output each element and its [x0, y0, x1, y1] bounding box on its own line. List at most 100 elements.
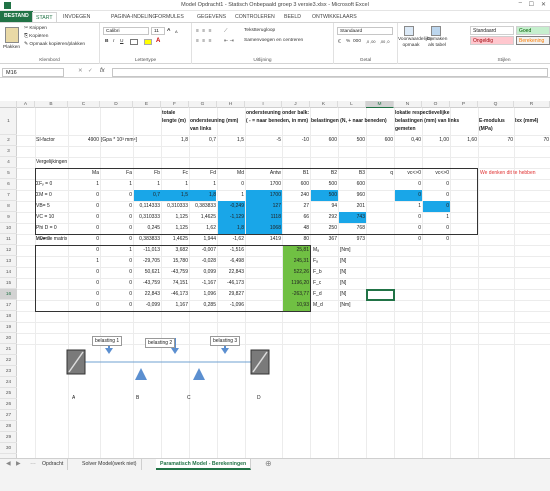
eq-cell[interactable]: 66 [283, 213, 309, 222]
eq-cell[interactable]: 250 [311, 224, 337, 233]
col-header-h[interactable]: H [217, 101, 245, 108]
si-factor-value[interactable]: 4900 [69, 136, 99, 145]
eq-cell[interactable]: 94 [311, 202, 337, 211]
style-calculation[interactable]: Berekening [516, 36, 550, 45]
style-bad[interactable]: Ongeldig [470, 36, 514, 45]
result-cell[interactable]: 1196,20 [283, 279, 309, 288]
eq-cell[interactable]: 1068 [246, 224, 281, 233]
eq-cell[interactable]: 1 [162, 180, 188, 189]
eq-cell[interactable]: 500 [311, 180, 337, 189]
row-header-24[interactable]: 24 [0, 377, 17, 388]
eq-cell[interactable]: 0,310333 [134, 213, 160, 222]
eq-cell[interactable]: 367 [311, 235, 337, 244]
eq-cell[interactable]: 0 [395, 191, 421, 200]
col-header-o[interactable]: O [422, 101, 450, 108]
inverse-cell[interactable]: -0,007 [190, 246, 216, 255]
inverse-cell[interactable]: -43,759 [134, 279, 160, 288]
percent-button[interactable]: % [346, 39, 350, 45]
eq-cell[interactable]: 1 [190, 180, 216, 189]
eq-cell[interactable]: 768 [339, 224, 365, 233]
inverse-cell[interactable]: 1,096 [190, 290, 216, 299]
inverse-cell[interactable]: -46,173 [218, 279, 244, 288]
row-header-9[interactable]: 9 [0, 212, 17, 223]
eq-cell[interactable]: 1 [101, 180, 132, 189]
row-header-13[interactable]: 13 [0, 256, 17, 267]
format-table-button[interactable]: Opmaken als tabel [426, 37, 448, 49]
col-header-a[interactable]: A [17, 101, 35, 108]
name-box[interactable]: M16 [2, 68, 64, 77]
wrap-text-button[interactable]: Tekstterugloop [244, 28, 275, 34]
conditional-format-button[interactable]: Voorwaardelijke opmaak [398, 37, 432, 49]
format-painter-button[interactable]: ✎ Opmaak kopiëren/plakken [24, 42, 85, 48]
row-header-15[interactable]: 15 [0, 278, 17, 289]
row-header-3[interactable]: 3 [0, 146, 17, 157]
row-header-4[interactable]: 4 [0, 157, 17, 168]
eq-cell[interactable]: 0 [395, 213, 421, 222]
col-header-e[interactable]: E [133, 101, 161, 108]
row-header-28[interactable]: 28 [0, 421, 17, 432]
inverse-cell[interactable]: 1 [69, 257, 99, 266]
r2-q[interactable]: 70 [479, 136, 513, 145]
eq-cell[interactable]: 0 [423, 235, 449, 244]
r2-i[interactable]: -5 [246, 136, 281, 145]
eq-cell[interactable]: 500 [311, 191, 337, 200]
inverse-cell[interactable]: 0 [69, 279, 99, 288]
tab-data[interactable]: GEGEVENS [194, 12, 229, 22]
cut-button[interactable]: ✂ Knippen [24, 26, 47, 32]
merge-center-button[interactable]: Samenvoegen en centreren [244, 38, 303, 44]
eq-cell[interactable]: 0 [69, 202, 99, 211]
col-header-q[interactable]: Q [478, 101, 514, 108]
eq-cell[interactable]: 0,7 [134, 191, 160, 200]
r2-n[interactable]: 0,40 [395, 136, 421, 145]
row-header-12[interactable]: 12 [0, 245, 17, 256]
r2-f[interactable]: 1,8 [162, 136, 188, 145]
eq-cell[interactable]: 240 [283, 191, 309, 200]
tab-view[interactable]: BEELD [281, 12, 304, 22]
row-header-10[interactable]: 10 [0, 223, 17, 234]
grow-font-button[interactable]: A [167, 28, 170, 34]
row-header-22[interactable]: 22 [0, 355, 17, 366]
thousands-button[interactable]: 000 [353, 39, 361, 45]
row-header-11[interactable]: 11 [0, 234, 17, 245]
inverse-cell[interactable]: 50,621 [134, 268, 160, 277]
eq-cell[interactable]: 600 [339, 180, 365, 189]
result-cell[interactable]: 522,26 [283, 268, 309, 277]
inverse-cell[interactable]: 1,167 [162, 301, 188, 310]
inverse-cell[interactable]: 0 [101, 257, 132, 266]
formula-input[interactable] [112, 68, 548, 77]
eq-cell[interactable]: 1,125 [162, 224, 188, 233]
col-header-r[interactable]: R [514, 101, 550, 108]
inverse-cell[interactable]: -1,167 [190, 279, 216, 288]
eq-cell[interactable]: 973 [339, 235, 365, 244]
fill-color-icon[interactable] [144, 39, 152, 45]
sheet-tab-opdracht[interactable]: Opdracht [38, 459, 69, 470]
row-header-27[interactable]: 27 [0, 410, 17, 421]
row-header-29[interactable]: 29 [0, 432, 17, 443]
select-all-corner[interactable] [0, 101, 17, 108]
eq-cell[interactable]: -1,129 [218, 213, 244, 222]
col-header-j[interactable]: J [282, 101, 310, 108]
indent-icon[interactable]: ⇤ ⇥ [224, 38, 234, 44]
row-header-20[interactable]: 20 [0, 333, 17, 344]
eq-cell[interactable]: 0 [101, 202, 132, 211]
col-header-c[interactable]: C [68, 101, 100, 108]
row-header-21[interactable]: 21 [0, 344, 17, 355]
row-header-7[interactable]: 7 [0, 190, 17, 201]
result-cell[interactable]: 245,31 [283, 257, 309, 266]
eq-cell[interactable]: 0 [69, 191, 99, 200]
inverse-cell[interactable]: 22,843 [218, 268, 244, 277]
eq-cell[interactable]: 1118 [246, 213, 281, 222]
r2-l[interactable]: 500 [339, 136, 365, 145]
eq-cell[interactable]: 0 [69, 213, 99, 222]
inverse-cell[interactable]: 0 [101, 290, 132, 299]
eq-cell[interactable]: -0,249 [218, 202, 244, 211]
prev-sheet-icon[interactable]: ◀ [6, 460, 11, 467]
eq-cell[interactable]: 0 [101, 191, 132, 200]
eq-cell[interactable]: 0,245 [134, 224, 160, 233]
eq-cell[interactable]: 0 [423, 224, 449, 233]
eq-cell[interactable]: 960 [339, 191, 365, 200]
row-header-14[interactable]: 14 [0, 267, 17, 278]
result-cell[interactable]: -263,77 [283, 290, 309, 299]
font-size-select[interactable]: 11 [151, 27, 165, 35]
underline-button[interactable]: U [120, 39, 123, 45]
